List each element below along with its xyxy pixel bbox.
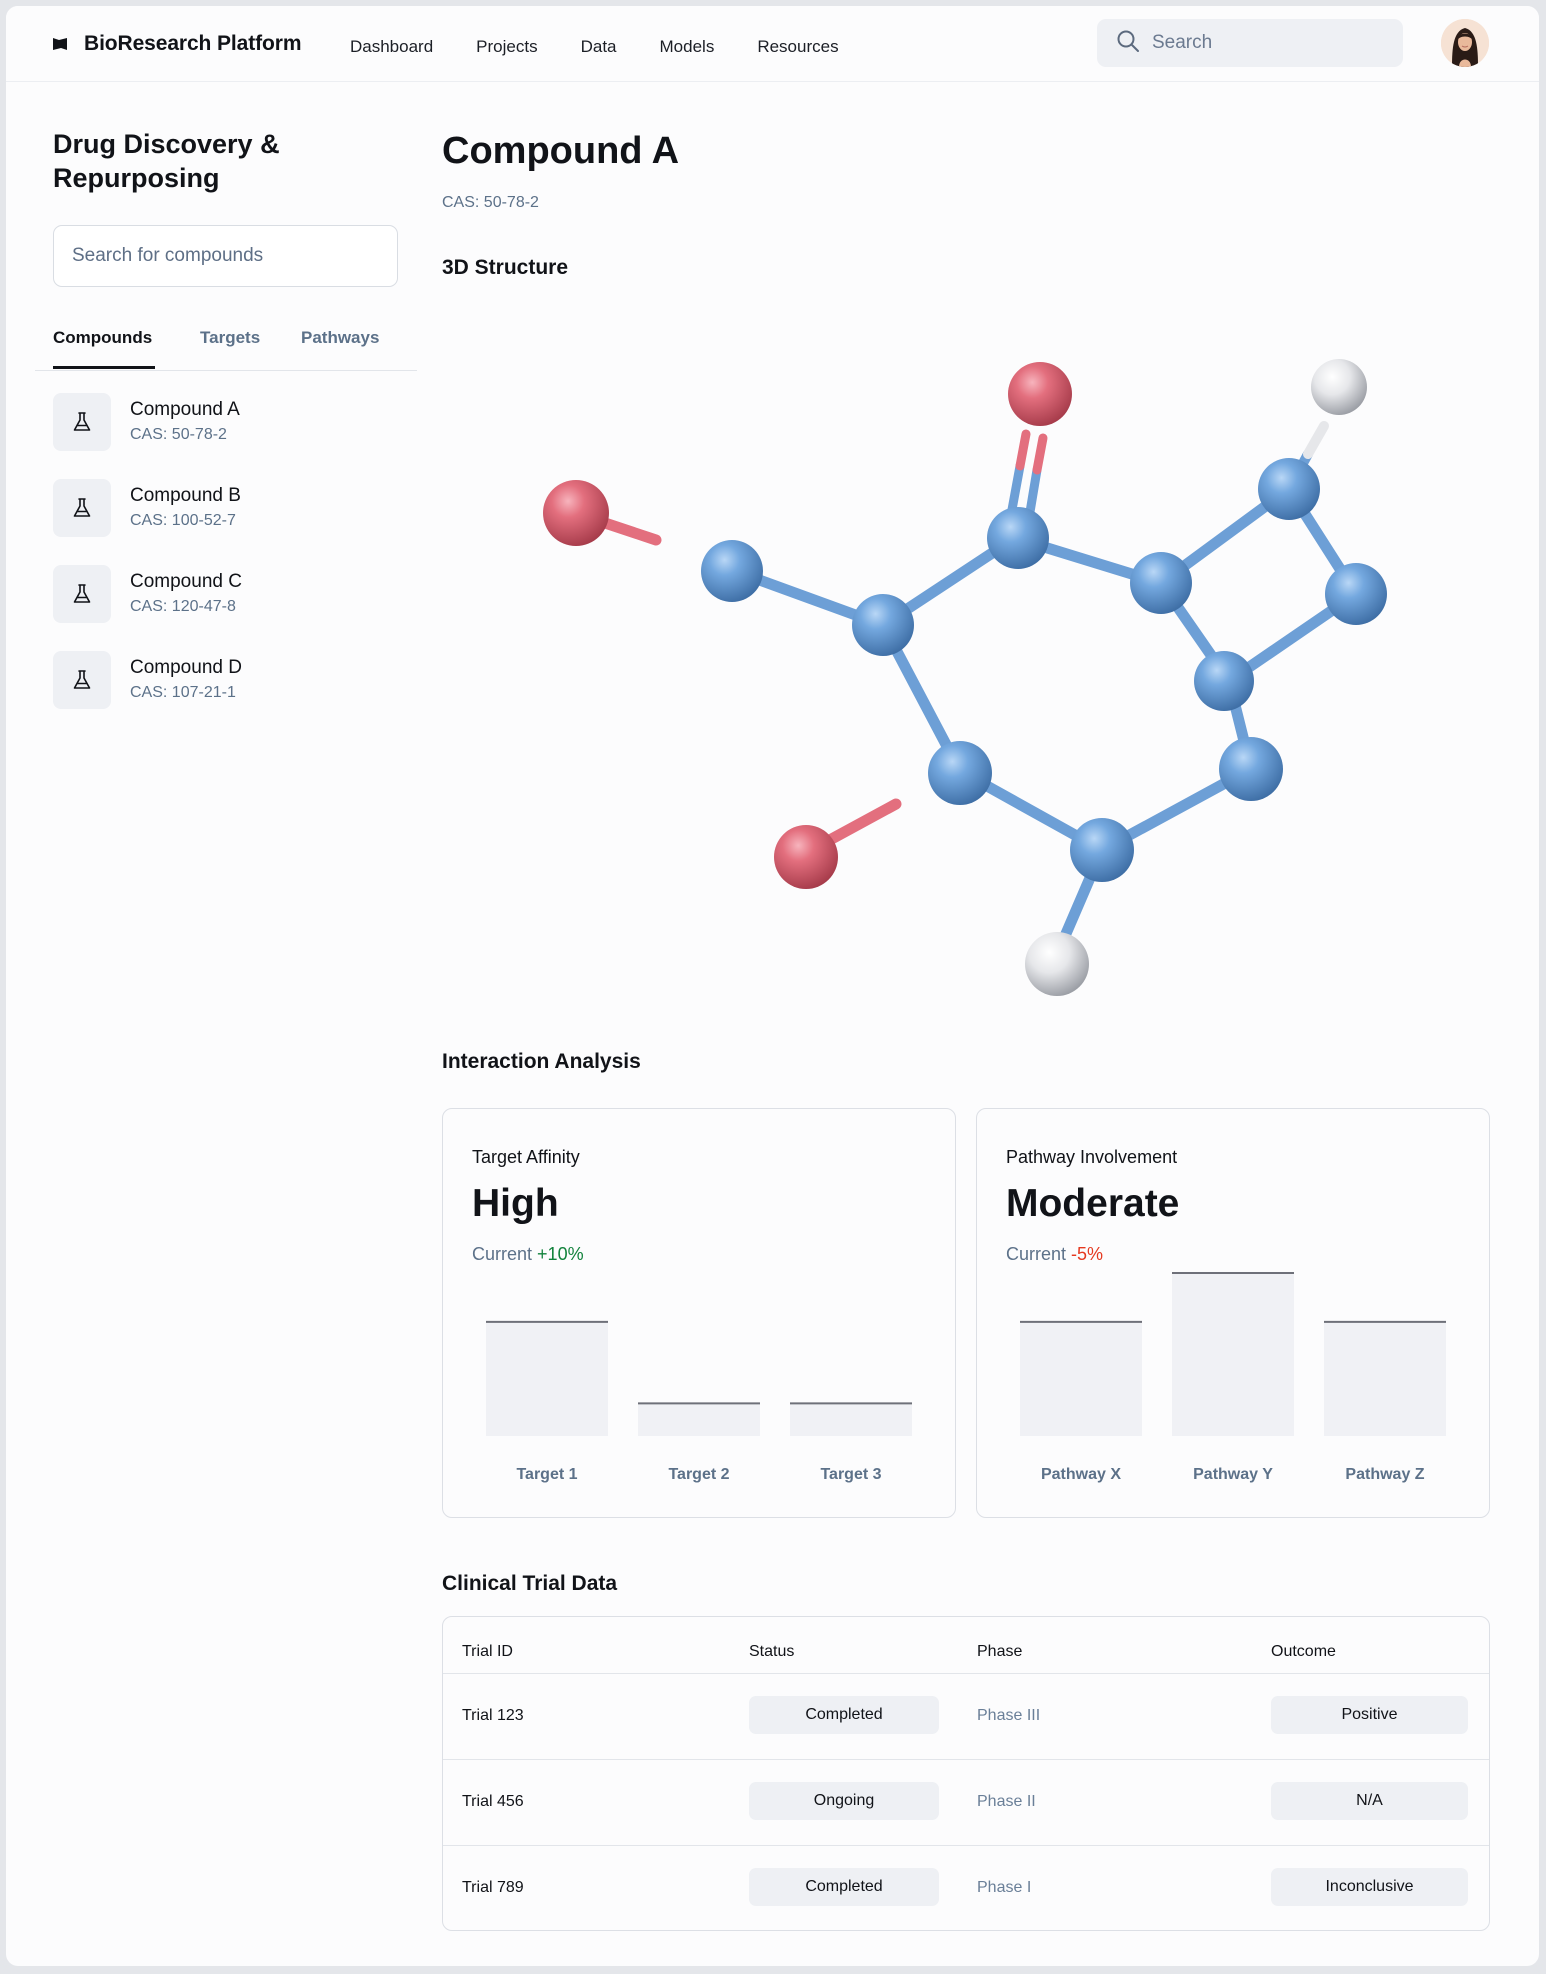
nav-data[interactable]: Data [581, 37, 617, 57]
nav-projects[interactable]: Projects [476, 37, 537, 57]
bar-label: Pathway X [1041, 1466, 1121, 1483]
flask-icon [53, 651, 111, 709]
clinical-trial-table: Trial ID Status Phase Outcome Trial 123 … [442, 1616, 1490, 1931]
section-3d-structure: 3D Structure [442, 256, 569, 279]
column-header-outcome: Outcome [1271, 1643, 1336, 1660]
pathway-involvement-chart: Pathway X Pathway Y Pathway Z [1020, 1272, 1446, 1483]
nav-resources[interactable]: Resources [757, 37, 838, 57]
tab-targets[interactable]: Targets [200, 328, 260, 348]
column-header-status: Status [749, 1643, 795, 1660]
compound-name: Compound B [130, 485, 241, 506]
compound-name: Compound C [130, 571, 242, 592]
bar-target-2 [638, 1403, 760, 1436]
trial-phase: Phase I [977, 1879, 1032, 1896]
bar-label: Pathway Y [1193, 1466, 1273, 1483]
brand[interactable]: BioResearch Platform [52, 32, 302, 56]
trial-phase: Phase III [977, 1707, 1041, 1724]
bar-label: Target 1 [516, 1466, 577, 1483]
section-interaction-analysis: Interaction Analysis [442, 1050, 641, 1073]
table-row[interactable]: Trial 456 Ongoing Phase II N/A [443, 1759, 1489, 1845]
active-tab-indicator [53, 366, 155, 369]
bar-label: Pathway Z [1345, 1466, 1424, 1483]
top-navbar: BioResearch Platform Dashboard Projects … [6, 6, 1539, 82]
bar-pathway-x [1020, 1321, 1142, 1436]
compound-name: Compound A [130, 399, 240, 420]
column-header-phase: Phase [977, 1643, 1023, 1660]
compound-cas: CAS: 100-52-7 [130, 512, 236, 529]
logo-icon [52, 37, 68, 51]
status-badge: Completed [749, 1696, 939, 1734]
flask-icon [53, 479, 111, 537]
compound-name: Compound D [130, 657, 242, 678]
bar-label: Target 2 [668, 1466, 729, 1483]
compound-item-c[interactable]: Compound C CAS: 120-47-8 [53, 565, 393, 651]
section-clinical-trials: Clinical Trial Data [442, 1572, 618, 1595]
tab-compounds[interactable]: Compounds [53, 328, 152, 348]
bar-pathway-z [1324, 1321, 1446, 1436]
global-search-input[interactable] [1152, 32, 1372, 54]
compound-item-d[interactable]: Compound D CAS: 107-21-1 [53, 651, 393, 737]
global-search [1097, 19, 1403, 67]
compound-search [53, 225, 398, 287]
outcome-badge: N/A [1271, 1782, 1468, 1820]
molecule-atoms [543, 359, 1387, 996]
molecule-3d-viewer[interactable] [506, 326, 1446, 1031]
target-affinity-card: Target Affinity High Current +10% Target… [442, 1108, 956, 1518]
status-badge: Ongoing [749, 1782, 939, 1820]
sidebar-tabs: Compounds Targets Pathways [35, 319, 417, 371]
target-affinity-chart: Target 1 Target 2 Target 3 [486, 1320, 912, 1483]
bar-label: Target 3 [820, 1466, 881, 1483]
compound-cas: CAS: 50-78-2 [130, 426, 227, 443]
nav-models[interactable]: Models [660, 37, 715, 57]
compound-cas: CAS: 107-21-1 [130, 684, 236, 701]
app-window: BioResearch Platform Dashboard Projects … [6, 6, 1539, 1966]
compound-cas-number: CAS: 50-78-2 [442, 194, 539, 211]
trial-id: Trial 123 [462, 1707, 524, 1724]
bar-pathway-y [1172, 1273, 1294, 1436]
nav-dashboard[interactable]: Dashboard [350, 37, 433, 57]
outcome-badge: Positive [1271, 1696, 1468, 1734]
trial-phase: Phase II [977, 1793, 1036, 1810]
table-row[interactable]: Trial 789 Completed Phase I Inconclusive [443, 1845, 1489, 1930]
sidebar-title: Drug Discovery & Repurposing [53, 129, 280, 193]
bar-target-3 [790, 1403, 912, 1436]
pathway-involvement-card: Pathway Involvement Moderate Current -5%… [976, 1108, 1490, 1518]
compound-cas: CAS: 120-47-8 [130, 598, 236, 615]
flask-icon [53, 393, 111, 451]
flask-icon [53, 565, 111, 623]
outcome-badge: Inconclusive [1271, 1868, 1468, 1906]
trial-id: Trial 456 [462, 1793, 524, 1810]
avatar[interactable] [1441, 19, 1489, 67]
compound-list: Compound A CAS: 50-78-2 Compound B CAS: … [53, 393, 393, 737]
compound-item-b[interactable]: Compound B CAS: 100-52-7 [53, 479, 393, 565]
search-icon [1097, 29, 1140, 58]
main-nav: Dashboard Projects Data Models Resources [350, 37, 882, 57]
trial-id: Trial 789 [462, 1879, 524, 1896]
column-header-trial-id: Trial ID [462, 1643, 513, 1660]
bar-target-1 [486, 1321, 608, 1436]
compound-search-input[interactable] [54, 226, 397, 286]
table-row[interactable]: Trial 123 Completed Phase III Positive [443, 1673, 1489, 1759]
tab-pathways[interactable]: Pathways [301, 328, 379, 348]
app-name: BioResearch Platform [84, 32, 302, 55]
compound-item-a[interactable]: Compound A CAS: 50-78-2 [53, 393, 393, 479]
status-badge: Completed [749, 1868, 939, 1906]
compound-title: Compound A [442, 130, 680, 172]
